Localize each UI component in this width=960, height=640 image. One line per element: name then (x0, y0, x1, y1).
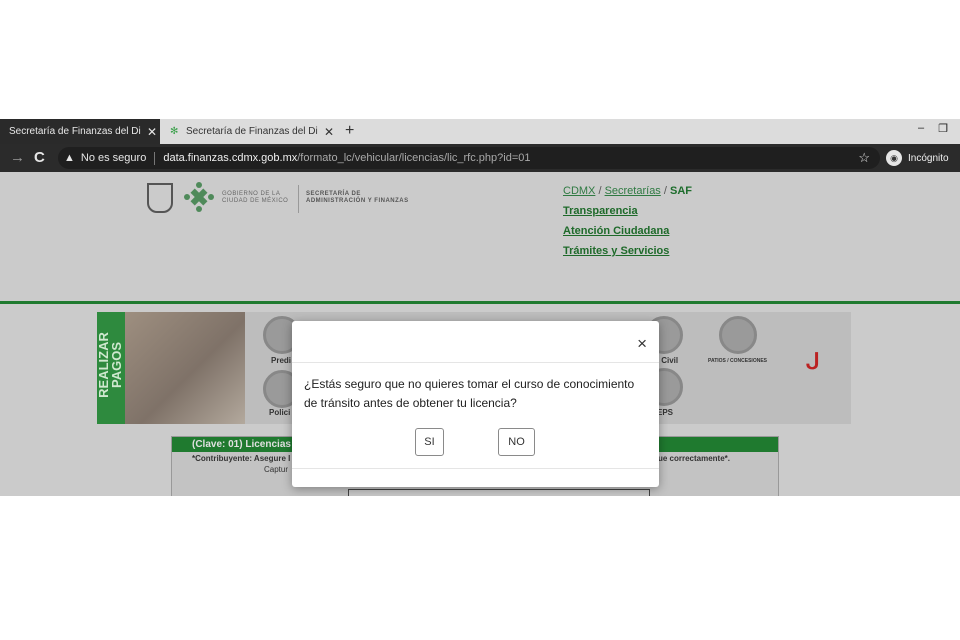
banner-label: EPS (657, 408, 674, 417)
cdmx-logo-icon (184, 182, 214, 212)
cdmx-favicon-icon: ✻ (170, 125, 179, 137)
warning-icon: ▲ (64, 152, 75, 164)
logo-line: GOBIERNO DE LA (222, 191, 281, 197)
realizar-pagos-label: REALIZAR PAGOS (96, 320, 124, 410)
incognito-indicator[interactable]: ◉ Incógnito (886, 148, 949, 168)
link-atencion-ciudadana[interactable]: Atención Ciudadana (563, 225, 669, 237)
browser-window: Secretaría de Finanzas del Distrito Fede… (0, 119, 960, 496)
new-tab-button[interactable]: + (345, 122, 354, 140)
realizar-pagos-tag: REALIZAR PAGOS (96, 312, 125, 424)
licencias-note: *Contribuyente: Asegure l (192, 454, 291, 463)
confirm-dialog: × ¿Estás seguro que no quieres tomar el … (292, 321, 659, 487)
dialog-message: ¿Estás seguro que no quieres tomar el cu… (304, 377, 635, 410)
breadcrumb-current: SAF (669, 185, 692, 197)
tab-active[interactable]: Secretaría de Finanzas del Distrito Fede… (0, 119, 160, 144)
header-divider (0, 301, 960, 304)
banner-label: PATIOS / CONCESIONES (708, 358, 767, 364)
government-logo-text: GOBIERNO DE LA CIUDAD DE MÉXICO (222, 191, 288, 205)
licencias-note: ue correctamente*. (657, 454, 730, 463)
secretaria-logo-text: SECRETARÍA DE ADMINISTRACIÓN Y FINANZAS (306, 191, 409, 205)
minimize-button[interactable]: – (918, 122, 924, 135)
address-bar[interactable]: ▲ No es seguro data.finanzas.cdmx.gob.mx… (58, 147, 880, 169)
banner-label: Predi (271, 356, 292, 365)
window-controls: – ❐ (918, 122, 948, 135)
tab-title: Secretaría de Finanzas del Distrito Fede… (186, 126, 318, 137)
logo-line: CIUDAD DE MÉXICO (222, 198, 289, 204)
logo-line: ADMINISTRACIÓN Y FINANZAS (306, 198, 409, 204)
link-transparencia[interactable]: Transparencia (563, 205, 638, 217)
reload-icon[interactable]: C (34, 149, 45, 166)
calculator-photo (125, 312, 245, 424)
close-icon[interactable]: × (637, 334, 647, 354)
banner-label: Polici (269, 408, 291, 417)
breadcrumb-cdmx[interactable]: CDMX (563, 185, 595, 197)
logo-line: SECRETARÍA DE (306, 191, 361, 197)
tab-strip: Secretaría de Finanzas del Distrito Fede… (0, 119, 960, 144)
breadcrumb-secretarias[interactable]: Secretarías (605, 185, 661, 197)
close-tab-icon[interactable]: ✕ (147, 125, 157, 139)
link-tramites-servicios[interactable]: Trámites y Servicios (563, 245, 669, 257)
divider (154, 151, 156, 165)
security-status[interactable]: No es seguro (81, 152, 146, 164)
incognito-icon: ◉ (886, 150, 902, 166)
divider (298, 185, 299, 213)
tab-title: Secretaría de Finanzas del Distrito Fede… (9, 126, 141, 137)
restore-button[interactable]: ❐ (938, 122, 948, 135)
pagos-text: PAGOS (109, 342, 124, 388)
patios-concesiones-icon[interactable] (719, 316, 757, 354)
star-icon[interactable]: ☆ (858, 150, 870, 166)
cdmx-shield-icon (147, 183, 173, 213)
yes-button[interactable]: SI (415, 428, 444, 456)
forward-icon[interactable]: → (10, 149, 25, 166)
no-button[interactable]: NO (498, 428, 535, 456)
url-host: data.finanzas.cdmx.gob.mx (163, 152, 298, 164)
breadcrumb-sep: / (660, 185, 670, 197)
breadcrumb-sep: / (595, 185, 605, 197)
incognito-label: Incógnito (908, 152, 949, 164)
url-path: /formato_lc/vehicular/licencias/lic_rfc.… (297, 152, 531, 164)
rfc-input[interactable] (348, 489, 650, 496)
divider (292, 362, 659, 363)
divider (292, 468, 659, 469)
close-tab-icon[interactable]: ✕ (324, 125, 334, 139)
browser-toolbar: → C ▲ No es seguro data.finanzas.cdmx.go… (0, 144, 960, 172)
capture-label: Captur (264, 465, 289, 474)
breadcrumb: CDMX / Secretarías / SAF (563, 185, 692, 197)
brand-logo-icon: ᒍ (806, 349, 820, 374)
tab-inactive[interactable]: ✻ Secretaría de Finanzas del Distrito Fe… (164, 119, 336, 144)
